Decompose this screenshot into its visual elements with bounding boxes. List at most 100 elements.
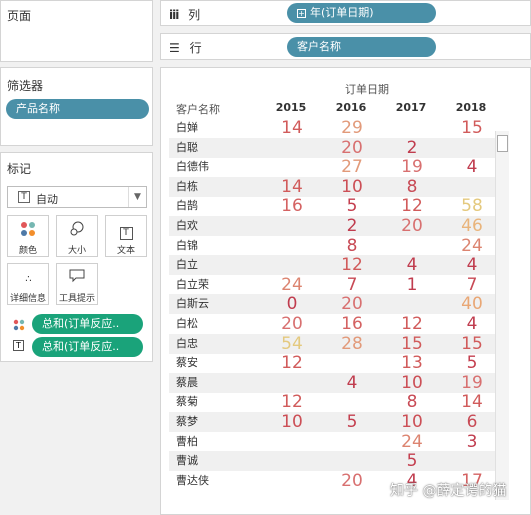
value-cell[interactable]: 2 [386, 138, 438, 158]
value-cell[interactable]: 20 [266, 314, 318, 334]
value-cell[interactable]: 54 [266, 334, 318, 354]
customer-name: 曹达侠 [176, 474, 209, 487]
value-cell[interactable]: 16 [266, 196, 318, 216]
value-cell[interactable]: 2 [326, 216, 378, 236]
value-cell[interactable]: 14 [446, 392, 498, 412]
customer-name: 白忠 [176, 337, 198, 350]
customer-name: 曹柏 [176, 435, 198, 448]
value-cell[interactable]: 10 [266, 412, 318, 432]
value-cell[interactable]: 1 [386, 275, 438, 295]
columns-pill[interactable]: + 年(订单日期) [287, 3, 436, 23]
value-cell[interactable]: 6 [446, 412, 498, 432]
scrollbar-thumb[interactable] [497, 135, 508, 152]
customer-name: 白鹄 [176, 199, 198, 212]
value-cell[interactable]: 58 [446, 196, 498, 216]
value-cell[interactable]: 8 [386, 177, 438, 197]
size-button[interactable]: 大小 [56, 215, 98, 257]
value-cell[interactable]: 10 [326, 177, 378, 197]
value-cell[interactable]: 5 [326, 196, 378, 216]
customer-name: 白立荣 [176, 278, 209, 291]
text-button[interactable]: T 文本 [105, 215, 147, 257]
value-cell[interactable]: 4 [446, 255, 498, 275]
value-cell[interactable]: 4 [446, 157, 498, 177]
value-cell[interactable]: 14 [266, 177, 318, 197]
expand-plus-icon[interactable]: + [297, 9, 306, 18]
columns-shelf-label: iii 列 [169, 8, 201, 22]
value-cell[interactable]: 24 [386, 432, 438, 452]
customer-name: 白松 [176, 317, 198, 330]
value-cell[interactable]: 15 [446, 334, 498, 354]
columns-icon: iii [169, 8, 179, 22]
customer-name: 蔡梦 [176, 415, 198, 428]
value-cell[interactable]: 7 [446, 275, 498, 295]
color-field-pill[interactable]: 总和(订单反应.. [32, 314, 143, 334]
text-field-icon: T [13, 340, 24, 351]
text-field-pill[interactable]: 总和(订单反应.. [32, 337, 143, 357]
value-cell[interactable]: 13 [386, 353, 438, 373]
value-cell[interactable]: 10 [386, 412, 438, 432]
value-cell[interactable]: 4 [326, 373, 378, 393]
customer-name: 白聪 [176, 141, 198, 154]
value-cell[interactable]: 5 [446, 353, 498, 373]
customer-name: 蔡菊 [176, 395, 198, 408]
value-cell[interactable]: 8 [326, 236, 378, 256]
tooltip-button[interactable]: 工具提示 [56, 263, 98, 305]
value-cell[interactable]: 19 [386, 157, 438, 177]
value-cell[interactable]: 7 [326, 275, 378, 295]
value-cell[interactable]: 40 [446, 294, 498, 314]
value-cell[interactable]: 12 [266, 353, 318, 373]
pages-panel: 页面 [0, 0, 153, 62]
year-header-2018: 2018 [455, 101, 487, 114]
vertical-scrollbar[interactable] [495, 131, 509, 500]
color-dots-icon [8, 221, 48, 243]
value-cell[interactable]: 5 [386, 451, 438, 471]
mark-type-dropdown[interactable]: T 自动 ▼ [7, 186, 147, 208]
value-cell[interactable]: 0 [266, 294, 318, 314]
value-cell[interactable]: 20 [326, 294, 378, 314]
value-cell[interactable]: 29 [326, 118, 378, 138]
customer-name: 白锦 [176, 239, 198, 252]
value-cell[interactable]: 3 [446, 432, 498, 452]
value-cell[interactable]: 5 [326, 412, 378, 432]
filter-pill[interactable]: 产品名称 [6, 99, 149, 119]
watermark: 知乎 @薛定谔的猫 [390, 483, 507, 499]
value-cell[interactable]: 12 [266, 392, 318, 412]
value-cell[interactable]: 12 [326, 255, 378, 275]
value-cell[interactable]: 20 [326, 471, 378, 491]
value-cell[interactable]: 28 [326, 334, 378, 354]
value-cell[interactable]: 12 [386, 196, 438, 216]
value-cell[interactable]: 19 [446, 373, 498, 393]
detail-button[interactable]: ∴ 详细信息 [7, 263, 49, 305]
customer-name: 白栋 [176, 180, 198, 193]
text-icon: T [106, 221, 146, 243]
marks-title: 标记 [7, 162, 32, 176]
text-mark-icon: T [18, 191, 30, 203]
pages-title: 页面 [7, 9, 32, 23]
value-cell[interactable]: 15 [446, 118, 498, 138]
value-cell[interactable]: 12 [386, 314, 438, 334]
value-cell[interactable]: 27 [326, 157, 378, 177]
color-button[interactable]: 颜色 [7, 215, 49, 257]
value-cell[interactable]: 8 [386, 392, 438, 412]
rows-pill[interactable]: 客户名称 [287, 37, 436, 57]
customer-name: 白斯云 [176, 297, 209, 310]
detail-dots-icon: ∴ [25, 274, 31, 285]
value-cell[interactable]: 14 [266, 118, 318, 138]
value-cell[interactable]: 46 [446, 216, 498, 236]
chevron-down-icon[interactable]: ▼ [128, 187, 146, 207]
value-cell[interactable]: 4 [446, 314, 498, 334]
value-cell[interactable]: 10 [386, 373, 438, 393]
value-cell[interactable]: 16 [326, 314, 378, 334]
tooltip-icon [57, 269, 97, 291]
customer-name: 蔡安 [176, 356, 198, 369]
value-cell[interactable]: 15 [386, 334, 438, 354]
year-header-2015: 2015 [275, 101, 307, 114]
value-cell[interactable]: 4 [386, 255, 438, 275]
value-cell[interactable]: 20 [326, 138, 378, 158]
table-row[interactable] [169, 451, 495, 471]
value-cell[interactable]: 20 [386, 216, 438, 236]
color-field-icon [13, 316, 25, 335]
value-cell[interactable]: 24 [266, 275, 318, 295]
customer-name: 白欢 [176, 219, 198, 232]
value-cell[interactable]: 24 [446, 236, 498, 256]
